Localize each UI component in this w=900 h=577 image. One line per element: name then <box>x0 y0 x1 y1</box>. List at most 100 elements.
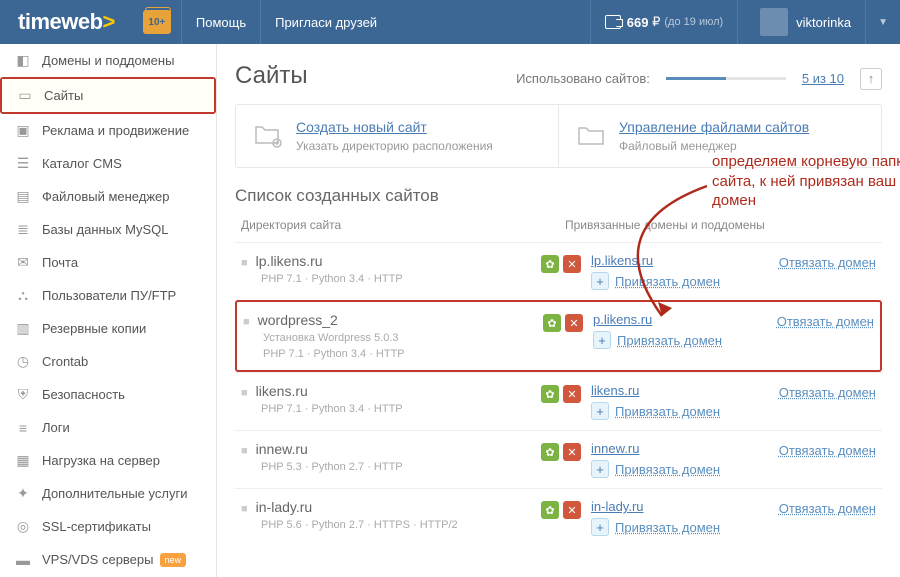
site-row: ■in-lady.ruPHP 5.6 · Python 2.7 · HTTPS … <box>235 488 882 546</box>
site-meta: PHP 7.1 · Python 3.4 · HTTP <box>241 273 541 285</box>
unbind-domain-link[interactable]: Отвязать домен <box>777 312 874 329</box>
sidebar-item-cms[interactable]: ☰ Каталог CMS <box>0 147 216 180</box>
folder-icon: ■ <box>241 257 248 269</box>
sidebar-item-label: Резервные копии <box>42 321 146 336</box>
domain-link[interactable]: in-lady.ru <box>591 499 644 514</box>
bind-domain-link[interactable]: Привязать домен <box>615 520 720 535</box>
site-directory: ■innew.ruPHP 5.3 · Python 2.7 · HTTP <box>241 441 541 473</box>
bind-domain-button[interactable]: + <box>591 518 609 536</box>
site-name[interactable]: wordpress_2 <box>258 312 338 328</box>
sidebar-item-extra[interactable]: ✦ Дополнительные услуги <box>0 477 216 510</box>
create-site-icon <box>252 119 284 151</box>
create-site-link[interactable]: Создать новый сайт <box>296 119 427 135</box>
bind-domain-button[interactable]: + <box>591 402 609 420</box>
site-directory: ■wordpress_2Установка Wordpress 5.0.3PHP… <box>243 312 543 360</box>
sidebar-item-label: Пользователи ПУ/FTP <box>42 288 176 303</box>
avatar-icon <box>760 8 788 36</box>
site-name[interactable]: innew.ru <box>256 441 308 457</box>
unbind-domain-link[interactable]: Отвязать домен <box>779 253 876 270</box>
files-icon: ▤ <box>14 190 32 204</box>
folder-icon: ■ <box>241 445 248 457</box>
balance[interactable]: 669 ₽ (до 19 июл) <box>590 0 737 44</box>
sidebar-item-security[interactable]: ⛨Безопасность <box>0 378 216 411</box>
sidebar-item-ssl[interactable]: ◎SSL-сертификаты <box>0 510 216 543</box>
sidebar-item-mysql[interactable]: ≣Базы данных MySQL <box>0 213 216 246</box>
bind-domain-link[interactable]: Привязать домен <box>615 462 720 477</box>
site-settings-button[interactable]: ✿ <box>541 501 559 519</box>
page-title: Сайты <box>235 62 308 90</box>
domain-link[interactable]: likens.ru <box>591 383 639 398</box>
unbind-domain-link[interactable]: Отвязать домен <box>779 383 876 400</box>
sidebar-item-sites[interactable]: ▭Сайты <box>2 79 214 112</box>
bind-domain-link[interactable]: Привязать домен <box>615 404 720 419</box>
site-row: ■wordpress_2Установка Wordpress 5.0.3PHP… <box>235 300 882 372</box>
nav-invite[interactable]: Пригласи друзей <box>260 0 391 44</box>
create-site-card[interactable]: Создать новый сайт Указать директорию ра… <box>236 105 558 167</box>
site-directory: ■in-lady.ruPHP 5.6 · Python 2.7 · HTTPS … <box>241 499 541 531</box>
sidebar-item-cron[interactable]: ◷Crontab <box>0 345 216 378</box>
manage-files-link[interactable]: Управление файлами сайтов <box>619 119 809 135</box>
site-settings-button[interactable]: ✿ <box>541 385 559 403</box>
site-name[interactable]: likens.ru <box>256 383 308 399</box>
site-delete-button[interactable]: ✕ <box>565 314 583 332</box>
domain-link[interactable]: innew.ru <box>591 441 639 456</box>
sites-icon: ▭ <box>16 89 34 103</box>
usage-link[interactable]: 5 из 10 <box>802 71 844 86</box>
nav-help[interactable]: Помощь <box>181 0 260 44</box>
cms-icon: ☰ <box>14 157 32 171</box>
domain-link[interactable]: lp.likens.ru <box>591 253 653 268</box>
site-name[interactable]: in-lady.ru <box>256 499 313 515</box>
bind-domain-link[interactable]: Привязать домен <box>617 333 722 348</box>
folder-icon: ■ <box>241 387 248 399</box>
sidebar-item-domains[interactable]: ◧Домены и поддомены <box>0 44 216 77</box>
sidebar-item-users[interactable]: ⛬ Пользователи ПУ/FTP <box>0 279 216 312</box>
balance-amount: 669 <box>627 15 649 30</box>
bind-domain-button[interactable]: + <box>591 272 609 290</box>
sidebar-item-mail[interactable]: ✉Почта <box>0 246 216 279</box>
vps-icon: ▬ <box>14 553 32 567</box>
sidebar-item-files[interactable]: ▤Файловый менеджер <box>0 180 216 213</box>
notification-badge[interactable]: 10+ <box>143 10 171 34</box>
unbind-domain-link[interactable]: Отвязать домен <box>779 441 876 458</box>
site-delete-button[interactable]: ✕ <box>563 443 581 461</box>
site-delete-button[interactable]: ✕ <box>563 501 581 519</box>
bind-domain-link[interactable]: Привязать домен <box>615 274 720 289</box>
site-settings-button[interactable]: ✿ <box>541 443 559 461</box>
site-delete-button[interactable]: ✕ <box>563 255 581 273</box>
user-menu[interactable]: viktorinka <box>737 0 865 44</box>
bind-domain-button[interactable]: + <box>593 331 611 349</box>
bind-domain-button[interactable]: + <box>591 460 609 478</box>
site-meta: PHP 7.1 · Python 3.4 · HTTP <box>241 403 541 415</box>
mysql-icon: ≣ <box>14 223 32 237</box>
annotation-text: определяем корневую папку сайта, к ней п… <box>712 152 900 211</box>
scroll-up-button[interactable]: ↑ <box>860 68 882 90</box>
balance-until: (до 19 июл) <box>664 16 723 28</box>
domain-link[interactable]: p.likens.ru <box>593 312 652 327</box>
sidebar-item-vps[interactable]: ▬VPS/VDS серверыnew <box>0 543 216 576</box>
sidebar-item-label: Домены и поддомены <box>42 53 174 68</box>
ssl-icon: ◎ <box>14 520 32 534</box>
site-name[interactable]: lp.likens.ru <box>256 253 323 269</box>
user-menu-caret[interactable]: ▼ <box>865 0 900 44</box>
unbind-domain-link[interactable]: Отвязать домен <box>779 499 876 516</box>
site-delete-button[interactable]: ✕ <box>563 385 581 403</box>
site-settings-button[interactable]: ✿ <box>541 255 559 273</box>
sidebar-item-label: VPS/VDS серверы <box>42 552 154 567</box>
extra-icon: ✦ <box>14 487 32 501</box>
username: viktorinka <box>796 15 851 30</box>
sidebar-item-backup[interactable]: ▥Резервные копии <box>0 312 216 345</box>
sidebar-item-label: Логи <box>42 420 70 435</box>
sidebar-item-load[interactable]: ▦Нагрузка на сервер <box>0 444 216 477</box>
sidebar-item-label: Дополнительные услуги <box>42 486 187 501</box>
sidebar-item-label: Каталог CMS <box>42 156 122 171</box>
usage-bar <box>666 77 786 80</box>
folder-icon <box>575 119 607 151</box>
sidebar-item-logs[interactable]: ≡Логи <box>0 411 216 444</box>
site-settings-button[interactable]: ✿ <box>543 314 561 332</box>
site-directory: ■ likens.ru PHP 7.1 · Python 3.4 · HTTP <box>241 383 541 415</box>
logo[interactable]: timeweb> <box>0 9 133 35</box>
wallet-icon <box>605 15 621 29</box>
sidebar-item-ads[interactable]: ▣Реклама и продвижение <box>0 114 216 147</box>
main-content: Сайты Использовано сайтов: 5 из 10 ↑ Соз… <box>217 44 900 577</box>
users-icon: ⛬ <box>14 289 32 303</box>
